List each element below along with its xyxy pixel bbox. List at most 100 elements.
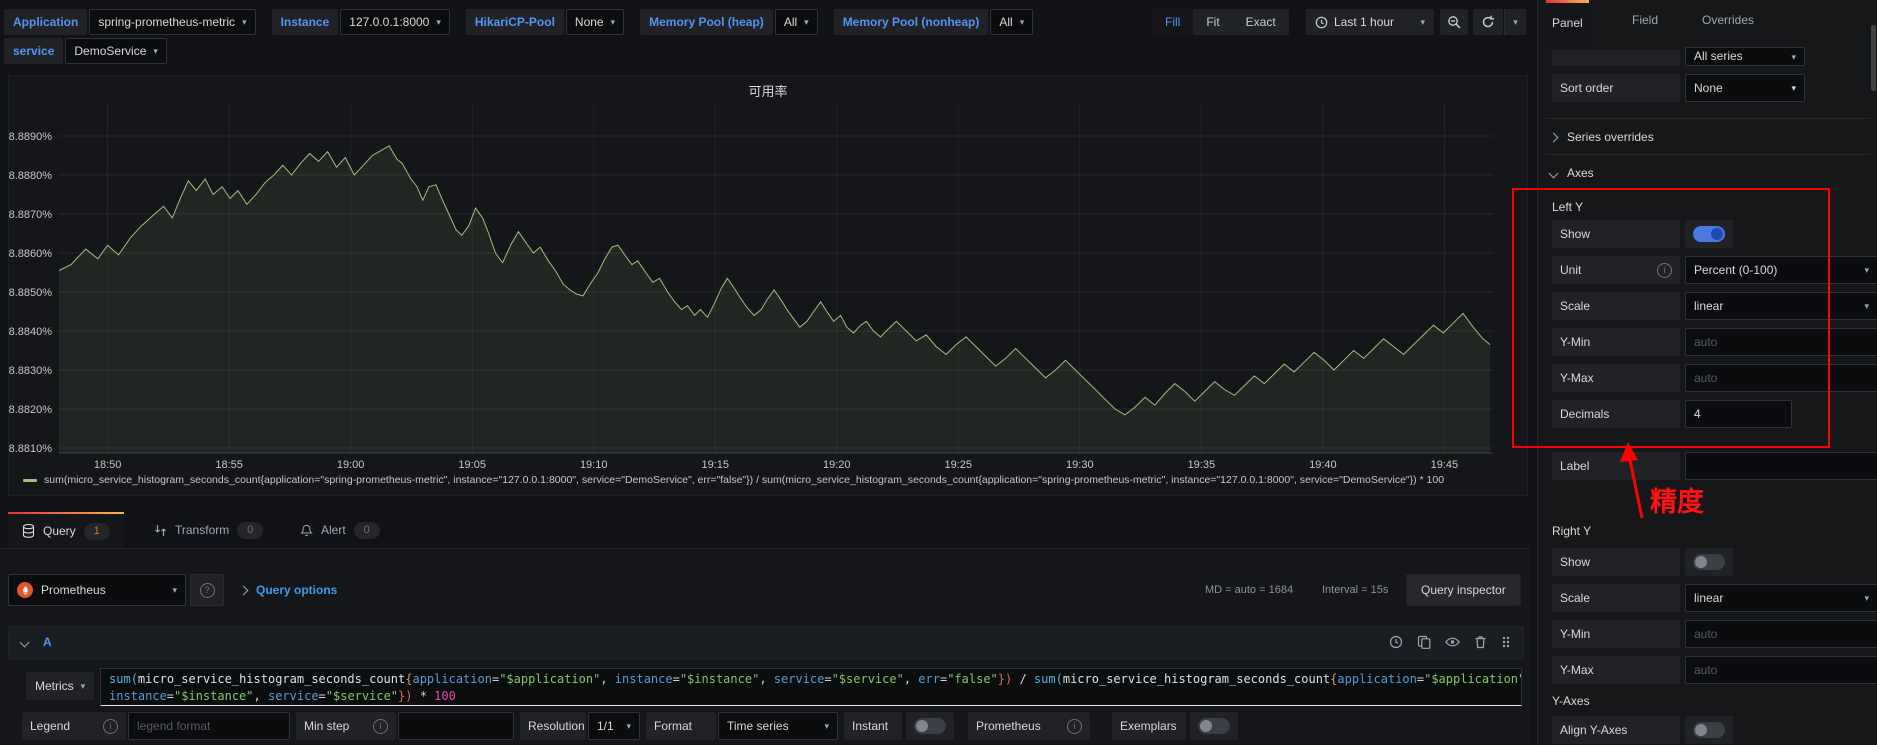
right-y-min-input[interactable] xyxy=(1685,620,1877,648)
datasource-picker[interactable]: Prometheus ▾ xyxy=(8,574,186,606)
left-y-label-input[interactable] xyxy=(1685,452,1877,480)
svg-text:98.8890%: 98.8890% xyxy=(9,131,52,143)
refresh-interval-dropdown[interactable]: ▾ xyxy=(1504,9,1526,35)
chart-legend[interactable]: sum(micro_service_histogram_seconds_coun… xyxy=(23,474,1444,486)
right-y-scale-select[interactable]: linear▾ xyxy=(1685,584,1877,612)
tab-alert[interactable]: Alert 0 xyxy=(286,512,394,548)
variable-value-dropdown[interactable]: 127.0.0.1:8000▾ xyxy=(340,9,450,35)
right-y-min-label: Y-Min xyxy=(1552,620,1680,648)
svg-text:98.8820%: 98.8820% xyxy=(9,404,52,416)
svg-text:98.8860%: 98.8860% xyxy=(9,248,52,260)
tab-panel[interactable]: Panel xyxy=(1546,0,1589,43)
database-icon xyxy=(22,524,35,538)
clipped-option-label xyxy=(1552,50,1680,66)
variable-value-dropdown[interactable]: All▾ xyxy=(990,9,1033,35)
left-y-unit-label: Uniti xyxy=(1552,256,1680,284)
query-row-header[interactable]: A xyxy=(8,626,1524,660)
svg-text:19:00: 19:00 xyxy=(337,459,365,471)
left-y-max-label: Y-Max xyxy=(1552,364,1680,392)
format-select[interactable]: Time series▾ xyxy=(718,712,838,740)
legend-option-label: Legendi xyxy=(22,712,126,740)
left-y-scale-label: Scale xyxy=(1552,292,1680,320)
svg-text:19:05: 19:05 xyxy=(458,459,486,471)
right-y-max-input[interactable] xyxy=(1685,656,1877,684)
view-mode-fit[interactable]: Fit xyxy=(1193,9,1232,35)
left-y-scale-select[interactable]: linear▾ xyxy=(1685,292,1877,320)
svg-text:98.8850%: 98.8850% xyxy=(9,287,52,299)
chevron-right-icon xyxy=(1549,132,1559,142)
prometheus-logo-icon xyxy=(17,582,33,598)
variable-value-dropdown[interactable]: spring-prometheus-metric▾ xyxy=(89,9,255,35)
sort-order-select[interactable]: None▾ xyxy=(1685,74,1805,102)
svg-text:19:45: 19:45 xyxy=(1431,459,1459,471)
view-mode-exact[interactable]: Exact xyxy=(1233,9,1289,35)
variable-value-dropdown[interactable]: None▾ xyxy=(566,9,624,35)
time-series-chart[interactable]: 98.8890%98.8880%98.8870%98.8860%98.8850%… xyxy=(9,76,1527,472)
query-inspector-button[interactable]: Query inspector xyxy=(1406,574,1521,606)
promql-line-2: instance="$instance", service="$service"… xyxy=(109,688,1513,705)
right-y-show-toggle[interactable] xyxy=(1685,548,1733,576)
series-overrides-section[interactable]: Series overrides xyxy=(1550,130,1654,144)
annotation-text: 精度 xyxy=(1650,480,1704,519)
zoom-out-button[interactable] xyxy=(1440,9,1468,35)
instant-toggle[interactable] xyxy=(906,712,954,740)
svg-text:18:55: 18:55 xyxy=(215,459,243,471)
resolution-select[interactable]: 1/1▾ xyxy=(588,712,640,740)
left-y-decimals-label: Decimals xyxy=(1552,400,1680,428)
info-icon: i xyxy=(1657,263,1672,278)
tab-overrides[interactable]: Overrides xyxy=(1696,0,1760,40)
sort-order-label: Sort order xyxy=(1552,74,1680,102)
history-icon[interactable] xyxy=(1389,635,1403,649)
refresh-button[interactable] xyxy=(1473,9,1503,35)
left-y-max-input[interactable] xyxy=(1685,364,1877,392)
duplicate-icon[interactable] xyxy=(1417,635,1431,649)
view-mode-fill[interactable]: Fill xyxy=(1152,9,1193,35)
svg-text:98.8830%: 98.8830% xyxy=(9,365,52,377)
time-range-label: Last 1 hour xyxy=(1334,15,1394,29)
chevron-down-icon xyxy=(1549,168,1559,178)
clock-icon xyxy=(1315,16,1328,29)
axes-section[interactable]: Axes xyxy=(1550,166,1594,180)
tab-transform[interactable]: Transform 0 xyxy=(140,512,277,548)
sidebar-scrollbar[interactable] xyxy=(1871,25,1876,91)
promql-code-editor[interactable]: sum(micro_service_histogram_seconds_coun… xyxy=(100,668,1522,706)
variable-value-dropdown[interactable]: DemoService▾ xyxy=(65,38,167,64)
drag-handle-icon[interactable] xyxy=(1501,635,1511,649)
datasource-name: Prometheus xyxy=(41,583,106,597)
time-range-picker[interactable]: Last 1 hour ▾ xyxy=(1306,9,1434,35)
query-ref-id: A xyxy=(43,635,52,649)
alert-count-badge: 0 xyxy=(354,522,380,539)
exemplars-toggle[interactable] xyxy=(1190,712,1238,740)
right-y-heading: Right Y xyxy=(1552,524,1591,538)
datasource-help-button[interactable]: ? xyxy=(190,574,224,606)
metrics-dropdown[interactable]: Metrics ▾ xyxy=(26,672,94,700)
min-step-input[interactable] xyxy=(398,712,514,740)
variable-selector: Instance127.0.0.1:8000▾ xyxy=(272,9,450,35)
tab-field[interactable]: Field xyxy=(1626,0,1664,40)
transform-icon xyxy=(154,524,167,537)
svg-text:19:40: 19:40 xyxy=(1309,459,1337,471)
left-y-unit-select[interactable]: Percent (0-100)▾ xyxy=(1685,256,1877,284)
eye-icon[interactable] xyxy=(1445,635,1460,649)
variable-label: Memory Pool (heap) xyxy=(640,9,773,35)
right-y-show-label: Show xyxy=(1552,548,1680,576)
clipped-dropdown[interactable]: All series▾ xyxy=(1685,47,1805,66)
chart-panel: 可用率 98.8890%98.8880%98.8870%98.8860%98.8… xyxy=(8,75,1528,496)
variable-label: Memory Pool (nonheap) xyxy=(834,9,989,35)
tab-query[interactable]: Query 1 xyxy=(8,512,124,548)
align-y-axes-toggle[interactable] xyxy=(1685,716,1733,744)
trash-icon[interactable] xyxy=(1474,635,1487,649)
left-y-show-toggle[interactable] xyxy=(1685,220,1733,248)
left-y-heading: Left Y xyxy=(1552,200,1583,214)
variable-value-dropdown[interactable]: All▾ xyxy=(775,9,818,35)
info-icon: i xyxy=(103,719,118,734)
legend-format-input[interactable] xyxy=(128,712,290,740)
query-options-toggle[interactable]: Query options xyxy=(240,574,337,606)
variable-label: service xyxy=(4,38,63,64)
options-sidebar: Panel Field Overrides All series▾ Sort o… xyxy=(1537,0,1877,745)
variable-label: Instance xyxy=(272,9,339,35)
left-y-decimals-input[interactable] xyxy=(1685,400,1792,428)
left-y-min-input[interactable] xyxy=(1685,328,1877,356)
right-y-max-label: Y-Max xyxy=(1552,656,1680,684)
svg-text:19:10: 19:10 xyxy=(580,459,608,471)
